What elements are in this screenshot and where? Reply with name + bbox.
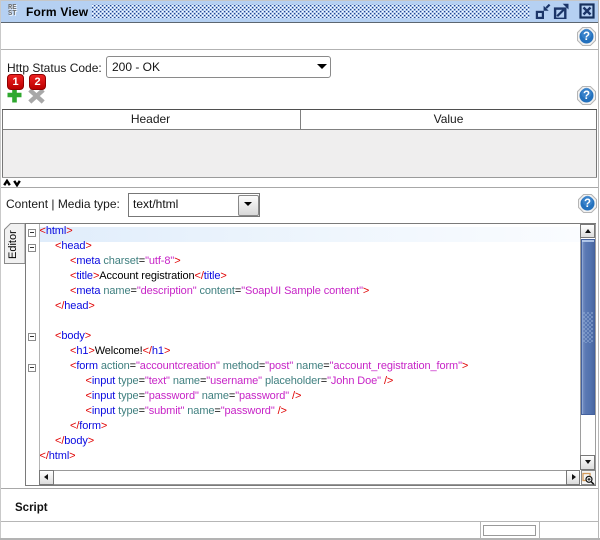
svg-text:?: ? [583,31,590,43]
svg-text:?: ? [583,90,590,102]
svg-text:?: ? [584,198,591,210]
